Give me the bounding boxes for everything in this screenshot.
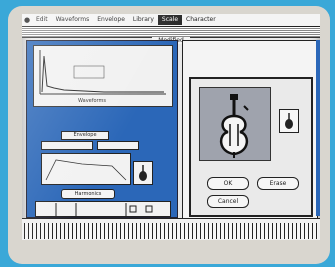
menu-library[interactable]: Library: [129, 15, 158, 25]
piano-keyboard[interactable]: [22, 218, 320, 240]
envelope-curve: [45, 159, 127, 181]
dialog-body: OK Erase Cancel: [189, 77, 313, 217]
instrument-thumb[interactable]: [133, 161, 153, 185]
ok-button[interactable]: OK: [207, 177, 249, 190]
waveform-plot: [39, 50, 166, 95]
graph-label: Waveforms: [78, 98, 106, 104]
screen: ● Edit Waveforms Envelope Library Scale …: [22, 14, 320, 240]
instrument-preview[interactable]: [199, 87, 271, 161]
settings-dividers: [55, 203, 153, 217]
right-window-edge: [316, 40, 320, 216]
small-cello-icon[interactable]: [279, 109, 299, 133]
harmonics-button[interactable]: Harmonics: [61, 189, 115, 199]
erase-button[interactable]: Erase: [257, 177, 299, 190]
small-cello-glyph: [285, 113, 293, 129]
window-title-bar[interactable]: Modified: [22, 27, 320, 44]
parameter-field-a[interactable]: [41, 141, 93, 150]
bottom-settings-panel: [35, 201, 171, 217]
menu-scale[interactable]: Scale: [157, 15, 183, 25]
cello-icon: [220, 94, 249, 158]
waveform-graph[interactable]: Waveforms: [33, 45, 173, 107]
parameter-field-b[interactable]: [97, 141, 139, 150]
menu-bar: ● Edit Waveforms Envelope Library Scale …: [22, 14, 320, 27]
envelope-panel[interactable]: [41, 153, 131, 185]
character-dialog: OK Erase Cancel: [182, 40, 318, 222]
menu-waveforms[interactable]: Waveforms: [52, 15, 94, 25]
piano-keys[interactable]: [24, 223, 318, 239]
cancel-button[interactable]: Cancel: [207, 195, 249, 208]
waveform-editor-pane: Waveforms Envelope Harmonics: [26, 40, 178, 218]
menu-edit[interactable]: Edit: [32, 15, 52, 25]
menu-character[interactable]: Character: [182, 15, 220, 25]
cello-thumb-icon: [139, 165, 147, 181]
envelope-field[interactable]: Envelope: [61, 131, 109, 140]
apple-menu-icon[interactable]: ●: [22, 16, 32, 24]
menu-envelope[interactable]: Envelope: [93, 15, 129, 25]
